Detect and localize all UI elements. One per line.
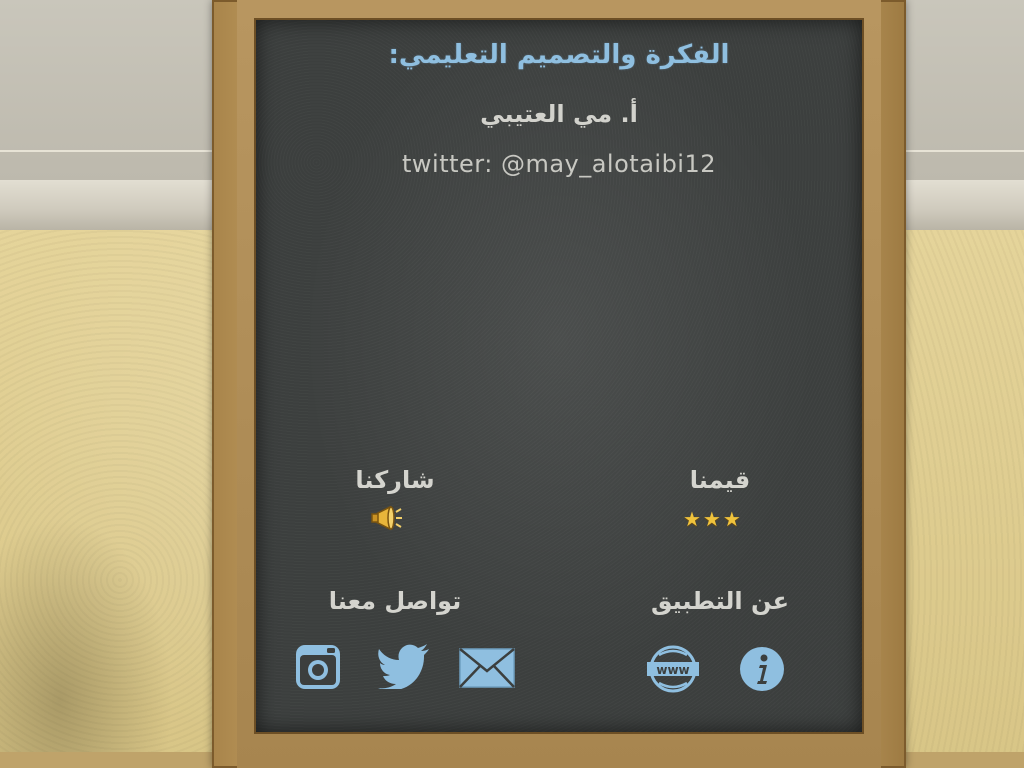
info-icon[interactable] <box>738 645 786 693</box>
about-app-label: عن التطبيق <box>651 587 789 615</box>
credits-title: الفكرة والتصميم التعليمي: <box>388 40 730 70</box>
rate-stars-button[interactable]: ★★★ <box>683 508 763 530</box>
svg-text:www: www <box>656 663 689 677</box>
twitter-handle[interactable]: twitter: @may_alotaibi12 <box>256 150 862 178</box>
contact-us-label: تواصل معنا <box>328 587 462 615</box>
rate-us-label[interactable]: قيمنا <box>660 466 780 494</box>
megaphone-icon[interactable] <box>370 504 404 532</box>
instagram-icon[interactable] <box>294 643 342 691</box>
www-icon[interactable]: www <box>645 645 701 693</box>
share-label[interactable]: شاركنا <box>330 466 460 494</box>
twitter-icon[interactable] <box>377 643 431 691</box>
author-name: أ. مي العتيبي <box>480 100 638 128</box>
mail-icon[interactable] <box>458 647 516 689</box>
